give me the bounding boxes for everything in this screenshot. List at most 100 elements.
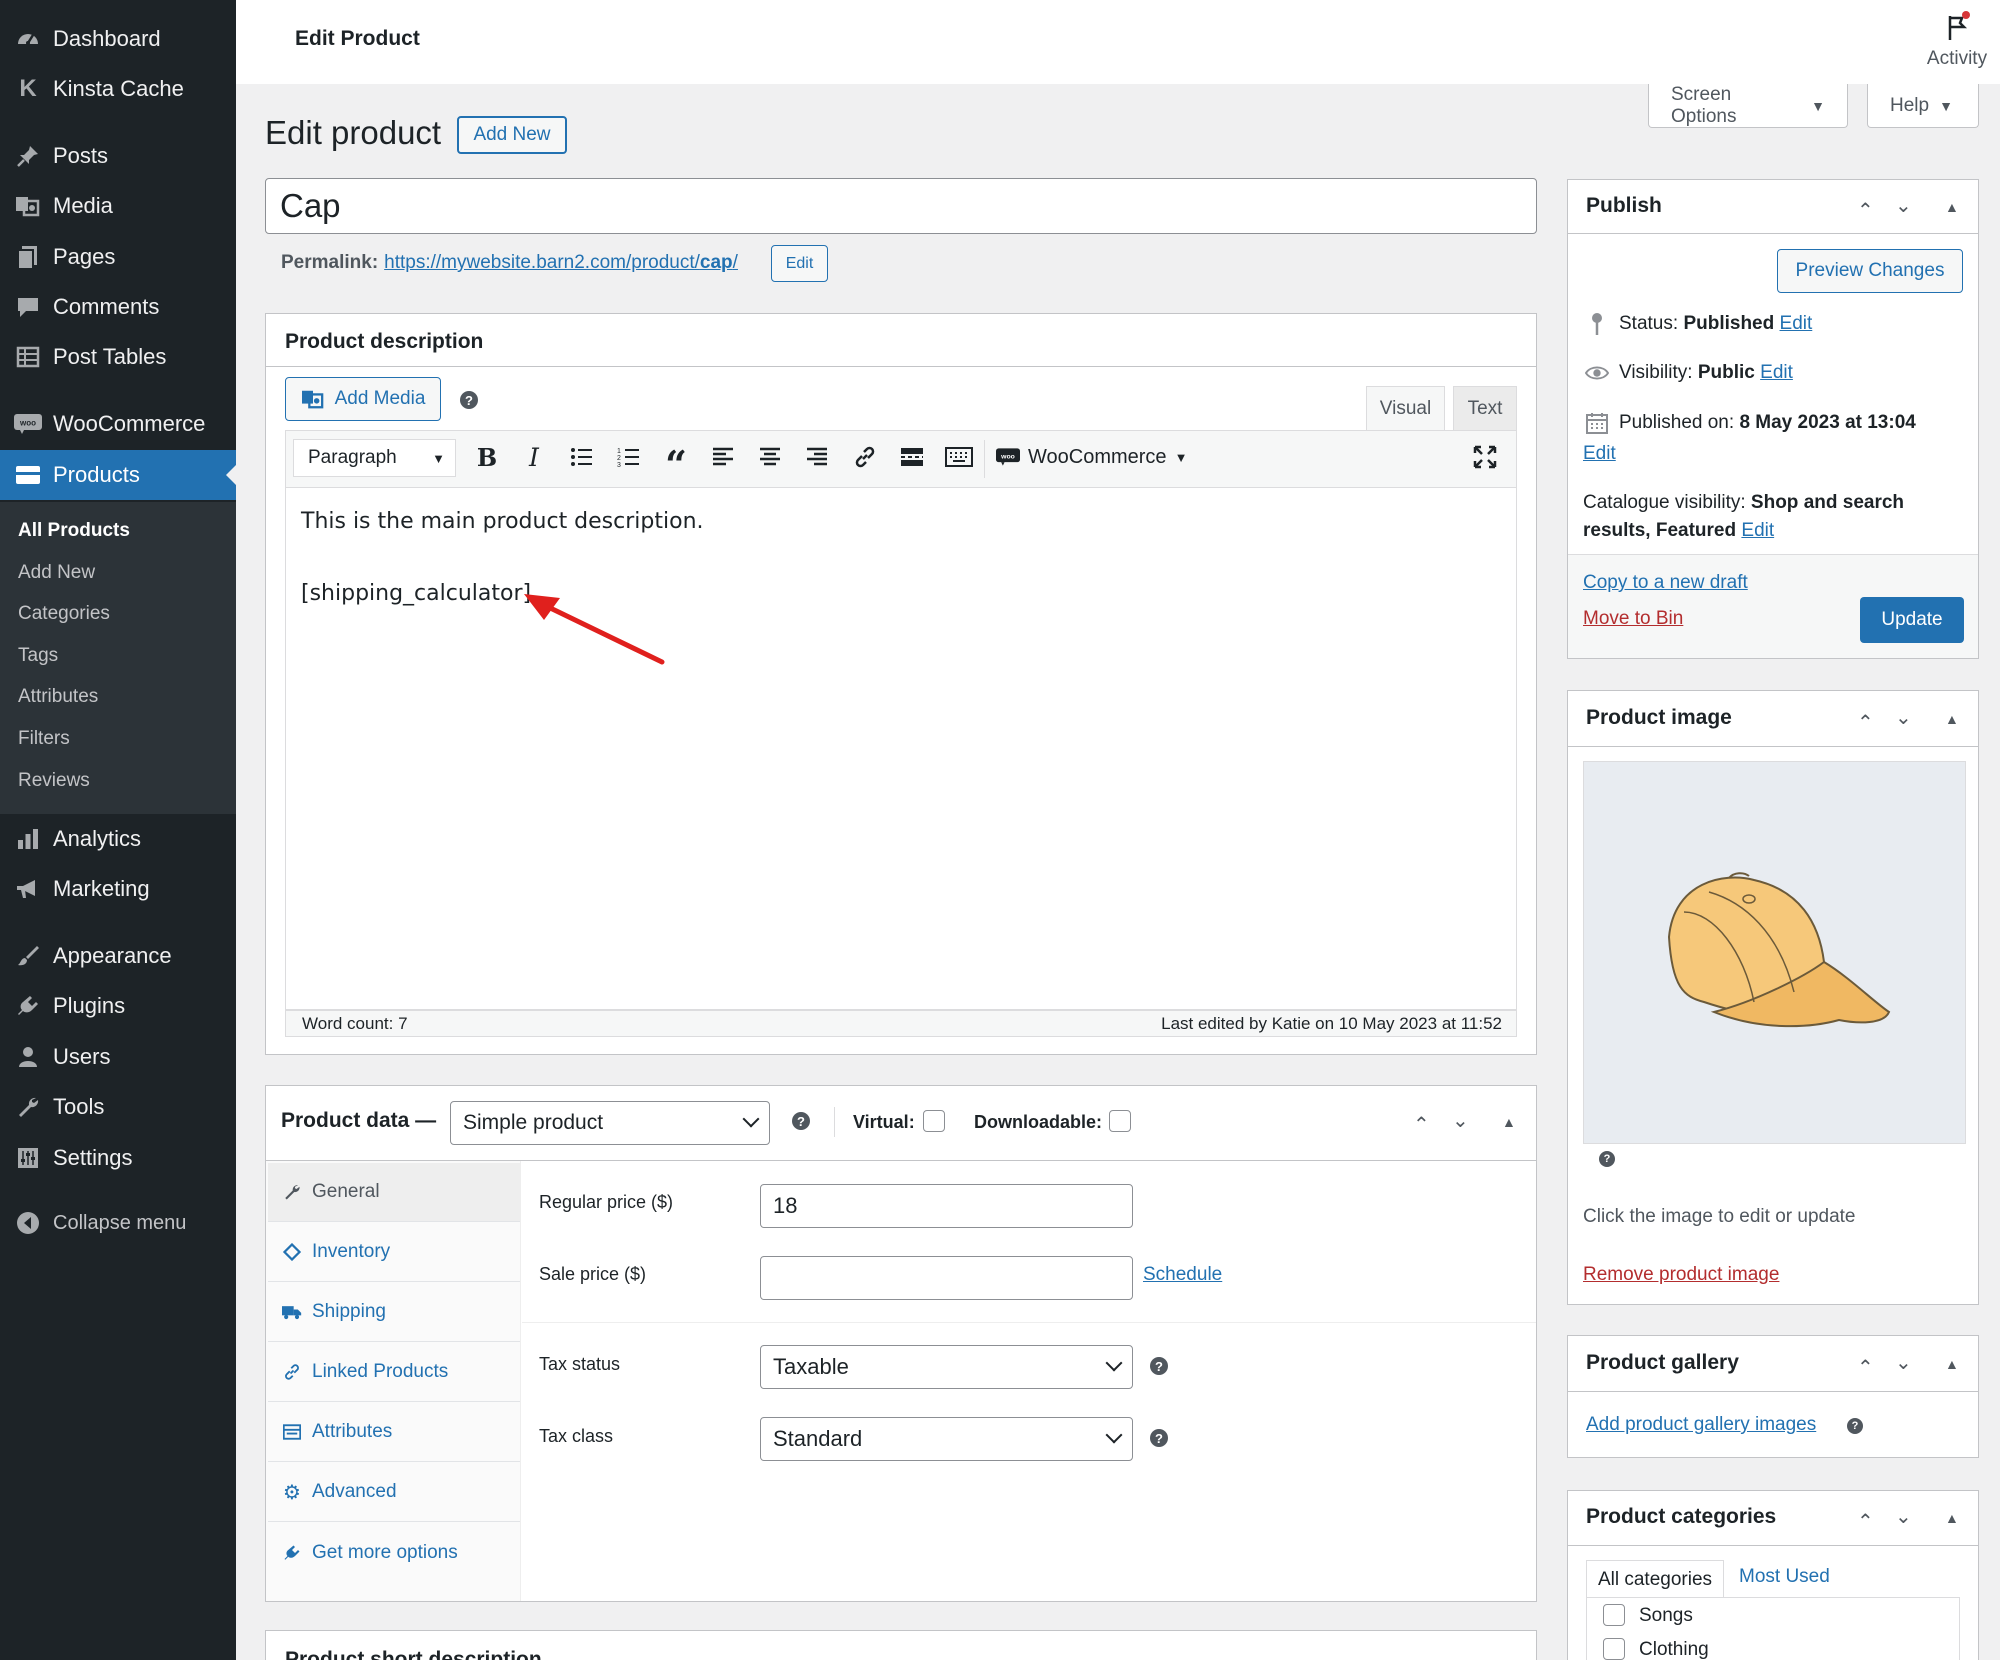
submenu-categories[interactable]: Categories: [18, 603, 110, 625]
tab-get-more-options[interactable]: Get more options: [268, 1523, 520, 1582]
tab-shipping[interactable]: Shipping: [268, 1283, 520, 1342]
align-left-icon[interactable]: [706, 440, 740, 474]
move-down-icon[interactable]: ⌄: [1895, 1350, 1912, 1375]
tax-class-select[interactable]: Standard: [760, 1417, 1133, 1461]
sidebar-item-appearance[interactable]: Appearance: [0, 931, 236, 981]
help-icon[interactable]: ?: [460, 391, 478, 409]
toggle-panel-icon[interactable]: ▲: [1945, 1510, 1959, 1526]
sidebar-item-plugins[interactable]: Plugins: [0, 981, 236, 1031]
submenu-attributes[interactable]: Attributes: [18, 686, 98, 708]
keyboard-icon[interactable]: [942, 440, 976, 474]
help-icon[interactable]: ?: [1150, 1357, 1168, 1375]
move-up-icon[interactable]: ⌃: [1857, 1355, 1874, 1380]
permalink-link[interactable]: https://mywebsite.barn2.com/product/cap/: [384, 252, 738, 274]
submenu-reviews[interactable]: Reviews: [18, 770, 90, 792]
sidebar-item-media[interactable]: Media: [0, 181, 236, 231]
product-title-input[interactable]: Cap: [265, 178, 1537, 234]
add-media-button[interactable]: Add Media: [285, 377, 441, 421]
update-button[interactable]: Update: [1860, 597, 1964, 643]
sidebar-item-pages[interactable]: Pages: [0, 232, 236, 282]
move-down-icon[interactable]: ⌄: [1895, 193, 1912, 218]
read-more-icon[interactable]: [895, 440, 929, 474]
move-up-icon[interactable]: ⌃: [1857, 198, 1874, 223]
product-type-select[interactable]: Simple product: [450, 1101, 770, 1145]
submenu-all-products[interactable]: All Products: [18, 520, 130, 542]
move-up-icon[interactable]: ⌃: [1413, 1112, 1430, 1137]
schedule-link[interactable]: Schedule: [1143, 1264, 1222, 1286]
add-gallery-images-link[interactable]: Add product gallery images: [1586, 1414, 1816, 1436]
help-icon[interactable]: ?: [1599, 1151, 1615, 1167]
align-center-icon[interactable]: [753, 440, 787, 474]
move-down-icon[interactable]: ⌄: [1895, 705, 1912, 730]
sidebar-item-products[interactable]: Products: [0, 450, 236, 500]
catalogue-edit-link[interactable]: Edit: [1741, 520, 1774, 541]
format-select[interactable]: Paragraph ▼: [293, 439, 456, 477]
submenu-tags[interactable]: Tags: [18, 645, 58, 667]
tax-status-select[interactable]: Taxable: [760, 1345, 1133, 1389]
tab-advanced[interactable]: ⚙ Advanced: [268, 1463, 520, 1522]
collapse-menu-button[interactable]: Collapse menu: [0, 1198, 236, 1248]
submenu-add-new[interactable]: Add New: [18, 562, 95, 584]
sidebar-item-posts[interactable]: Posts: [0, 131, 236, 181]
sidebar-item-users[interactable]: Users: [0, 1032, 236, 1082]
link-icon[interactable]: [848, 440, 882, 474]
preview-changes-button[interactable]: Preview Changes: [1777, 249, 1963, 293]
submenu-filters[interactable]: Filters: [18, 728, 70, 750]
status-edit-link[interactable]: Edit: [1780, 313, 1813, 335]
tab-attributes[interactable]: Attributes: [268, 1403, 520, 1462]
downloadable-checkbox[interactable]: [1109, 1110, 1131, 1132]
activity-button[interactable]: Activity: [1922, 10, 1992, 70]
product-image-thumbnail[interactable]: [1583, 761, 1966, 1144]
move-to-bin-link[interactable]: Move to Bin: [1583, 608, 1683, 630]
editor-content-area[interactable]: [285, 488, 1517, 1010]
woocommerce-shortcode-menu[interactable]: woo WooCommerce ▼: [996, 440, 1187, 474]
tab-inventory[interactable]: Inventory: [268, 1223, 520, 1282]
sidebar-item-settings[interactable]: Settings: [0, 1133, 236, 1183]
align-right-icon[interactable]: [800, 440, 834, 474]
tab-most-used[interactable]: Most Used: [1739, 1566, 1830, 1588]
tab-linked-products[interactable]: Linked Products: [268, 1343, 520, 1402]
category-checkbox-songs[interactable]: [1603, 1604, 1625, 1626]
add-new-button[interactable]: Add New: [457, 116, 567, 154]
help-icon[interactable]: ?: [1847, 1418, 1863, 1434]
fullscreen-icon[interactable]: [1468, 440, 1502, 474]
sidebar-item-comments[interactable]: Comments: [0, 282, 236, 332]
move-down-icon[interactable]: ⌄: [1895, 1504, 1912, 1529]
tab-all-categories[interactable]: All categories: [1586, 1560, 1724, 1598]
regular-price-input[interactable]: 18: [760, 1184, 1133, 1228]
sidebar-item-tools[interactable]: Tools: [0, 1082, 236, 1132]
sidebar-item-analytics[interactable]: Analytics: [0, 814, 236, 864]
copy-to-draft-link[interactable]: Copy to a new draft: [1583, 572, 1748, 594]
sidebar-item-dashboard[interactable]: Dashboard: [0, 14, 236, 64]
blockquote-icon[interactable]: “: [659, 440, 693, 487]
bold-icon[interactable]: B: [470, 440, 504, 474]
move-up-icon[interactable]: ⌃: [1857, 710, 1874, 735]
move-up-icon[interactable]: ⌃: [1857, 1509, 1874, 1534]
tab-text[interactable]: Text: [1453, 386, 1517, 430]
sidebar-item-marketing[interactable]: Marketing: [0, 864, 236, 914]
remove-image-link[interactable]: Remove product image: [1583, 1264, 1779, 1286]
help-icon[interactable]: ?: [792, 1112, 810, 1130]
move-down-icon[interactable]: ⌄: [1452, 1108, 1469, 1133]
sale-price-input[interactable]: [760, 1256, 1133, 1300]
tab-general[interactable]: General: [268, 1163, 520, 1222]
toggle-panel-icon[interactable]: ▲: [1945, 711, 1959, 727]
tab-visual[interactable]: Visual: [1366, 386, 1445, 430]
virtual-checkbox[interactable]: [923, 1110, 945, 1132]
published-edit-link[interactable]: Edit: [1583, 443, 1616, 465]
toggle-panel-icon[interactable]: ▲: [1945, 199, 1959, 215]
sidebar-item-woocommerce[interactable]: woo WooCommerce: [0, 399, 236, 449]
numbered-list-icon[interactable]: 123: [612, 440, 646, 474]
permalink-edit-button[interactable]: Edit: [771, 245, 828, 282]
sidebar-item-post-tables[interactable]: Post Tables: [0, 332, 236, 382]
screen-options-button[interactable]: Screen Options ▼: [1648, 84, 1848, 128]
toggle-panel-icon[interactable]: ▲: [1502, 1114, 1516, 1130]
italic-icon[interactable]: I: [517, 440, 551, 474]
help-button[interactable]: Help ▼: [1867, 84, 1979, 128]
bullet-list-icon[interactable]: [565, 440, 599, 474]
category-checkbox-clothing[interactable]: [1603, 1638, 1625, 1660]
visibility-edit-link[interactable]: Edit: [1760, 362, 1793, 384]
help-icon[interactable]: ?: [1150, 1429, 1168, 1447]
sidebar-item-kinsta-cache[interactable]: K Kinsta Cache: [0, 64, 236, 114]
toggle-panel-icon[interactable]: ▲: [1945, 1356, 1959, 1372]
